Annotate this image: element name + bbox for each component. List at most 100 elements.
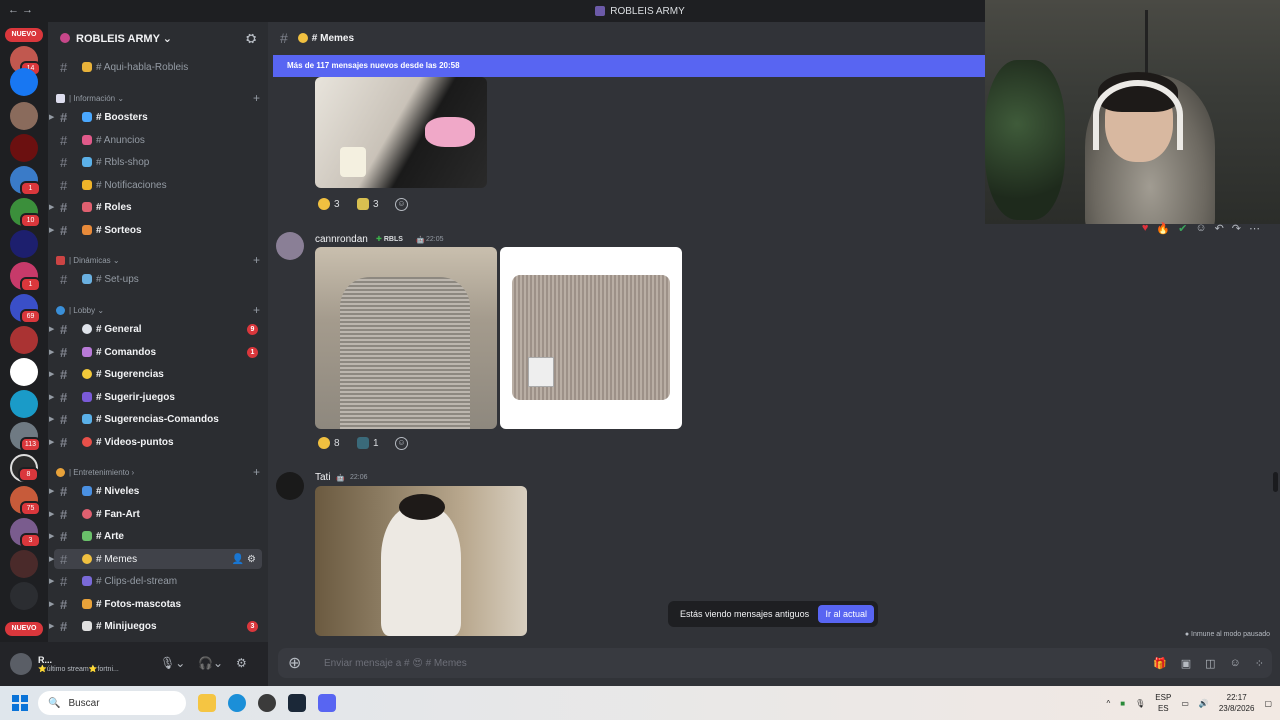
- message-input[interactable]: Enviar mensaje a # 😍 # Memes: [324, 658, 467, 669]
- server-icon[interactable]: 3: [10, 518, 41, 548]
- server-icon[interactable]: [10, 230, 38, 258]
- gif-icon[interactable]: ▣: [1181, 657, 1191, 670]
- channel-memes[interactable]: ▶ # # Memes 👤 ⚙: [49, 549, 262, 569]
- server-header[interactable]: ROBLEIS ARMY ⌄ ⛭: [48, 22, 268, 54]
- channel-shop[interactable]: # # Rbls-shop: [54, 152, 262, 172]
- channel-general[interactable]: ▶ # # General 9: [49, 319, 262, 339]
- add-channel-icon[interactable]: +: [253, 91, 260, 105]
- microphone-icon[interactable]: 🎙: [1135, 699, 1145, 708]
- nav-arrows[interactable]: ← →: [8, 4, 33, 16]
- channel-roles[interactable]: ▶ # # Roles: [49, 197, 262, 217]
- category-informacion[interactable]: | Información ⌄ +: [56, 91, 260, 105]
- reaction-laugh[interactable]: 3: [318, 195, 340, 213]
- server-icon[interactable]: 69: [10, 294, 41, 324]
- category-lobby[interactable]: | Lobby ⌄ +: [56, 303, 260, 317]
- message-image[interactable]: [500, 247, 682, 429]
- server-icon[interactable]: [10, 326, 38, 354]
- channel-clips[interactable]: ▶ # # Clips-del-stream: [49, 571, 262, 591]
- channel-fan-art[interactable]: ▶ # # Fan-Art: [49, 504, 262, 524]
- jump-to-present-button[interactable]: Ir al actual: [818, 605, 874, 623]
- network-icon[interactable]: ▭: [1181, 699, 1189, 708]
- add-reaction-icon[interactable]: ☺: [395, 198, 408, 211]
- attach-plus-icon[interactable]: ⊕: [288, 653, 308, 673]
- server-icon[interactable]: [10, 68, 38, 96]
- shield-icon[interactable]: ■: [1120, 699, 1125, 708]
- server-icon[interactable]: [10, 358, 38, 386]
- server-icon[interactable]: [10, 582, 38, 610]
- channel-minijuegos[interactable]: ▶ # # Minijuegos 3: [49, 616, 262, 636]
- message-composer[interactable]: ⊕ Enviar mensaje a # 😍 # Memes 🎁 ▣ ◫ ☺ ⁘: [278, 648, 1272, 678]
- avatar[interactable]: [10, 653, 32, 675]
- channel-aqui-habla[interactable]: # # Aqui-habla-Robleis: [54, 57, 262, 77]
- notification-icon[interactable]: ▢: [1264, 699, 1272, 708]
- channel-sugerir-juegos[interactable]: ▶ # # Sugerir-juegos: [49, 387, 262, 407]
- edge-icon[interactable]: [228, 694, 246, 712]
- sticker-icon[interactable]: ◫: [1205, 657, 1215, 670]
- message-image[interactable]: [315, 486, 527, 636]
- category-dinamicas[interactable]: | Dinámicas ⌄ +: [56, 253, 260, 267]
- message-author[interactable]: Tati: [315, 472, 331, 483]
- windows-start-icon[interactable]: [12, 695, 28, 711]
- gift-icon[interactable]: 🎁: [1153, 657, 1167, 670]
- reaction-custom[interactable]: 3: [357, 195, 379, 213]
- discord-icon[interactable]: [318, 694, 336, 712]
- channel-arte[interactable]: ▶ # # Arte: [49, 526, 262, 546]
- headphones-icon[interactable]: 🎧⌄: [198, 656, 223, 670]
- server-icon[interactable]: 75: [10, 486, 41, 516]
- reaction-custom[interactable]: 1: [357, 434, 379, 452]
- server-icon[interactable]: [10, 102, 38, 130]
- reaction-laugh[interactable]: 8: [318, 434, 340, 452]
- add-channel-icon[interactable]: +: [253, 465, 260, 479]
- reply-icon[interactable]: ↶: [1215, 222, 1224, 235]
- settings-gear-icon[interactable]: ⚙: [236, 656, 247, 670]
- language-indicator[interactable]: ESP ES: [1155, 692, 1171, 714]
- server-icon[interactable]: 113: [10, 422, 41, 452]
- microphone-icon[interactable]: 🎙⌄: [160, 656, 185, 670]
- channel-videos-puntos[interactable]: ▶ # # Videos-puntos: [49, 432, 262, 452]
- message-image[interactable]: [315, 77, 487, 188]
- user-info[interactable]: R... ⭐último stream⭐fortni...: [32, 655, 119, 673]
- add-channel-icon[interactable]: +: [253, 303, 260, 317]
- channel-sugerencias-comandos[interactable]: ▶ # # Sugerencias-Comandos: [49, 409, 262, 429]
- taskbar-search[interactable]: 🔍 Buscar: [38, 691, 186, 715]
- obs-icon[interactable]: [258, 694, 276, 712]
- clock[interactable]: 22:17 23/8/2026: [1219, 692, 1255, 714]
- server-icon[interactable]: 1: [10, 262, 41, 292]
- more-icon[interactable]: ⋯: [1249, 222, 1260, 235]
- channel-anuncios[interactable]: # # Anuncios: [54, 130, 262, 150]
- server-icon[interactable]: 8: [10, 454, 39, 482]
- channel-setups[interactable]: # # Set-ups: [54, 269, 262, 289]
- message-author[interactable]: cannrondan: [315, 234, 368, 245]
- volume-icon[interactable]: 🔊: [1199, 699, 1209, 708]
- check-icon[interactable]: ✔: [1178, 222, 1187, 235]
- avatar[interactable]: [276, 232, 304, 260]
- scrollbar-thumb[interactable]: [1273, 472, 1278, 492]
- avatar[interactable]: [276, 472, 304, 500]
- apps-icon[interactable]: ⁘: [1255, 657, 1264, 670]
- channel-settings-icon[interactable]: 👤 ⚙: [232, 554, 256, 565]
- category-entretenimiento[interactable]: | Entretenimiento › +: [56, 465, 260, 479]
- server-icon[interactable]: 10: [10, 198, 41, 228]
- channel-sugerencias[interactable]: ▶ # # Sugerencias: [49, 364, 262, 384]
- add-channel-icon[interactable]: +: [253, 253, 260, 267]
- server-icon[interactable]: [10, 134, 38, 162]
- add-reaction-icon[interactable]: ☺: [395, 437, 408, 450]
- server-icon[interactable]: [10, 550, 38, 578]
- channel-comandos[interactable]: ▶ # # Comandos 1: [49, 342, 262, 362]
- channel-notificaciones[interactable]: # # Notificaciones: [54, 175, 262, 195]
- steam-icon[interactable]: [288, 694, 306, 712]
- emoji-icon[interactable]: ☺: [1230, 657, 1241, 670]
- new-messages-banner[interactable]: Más de 117 mensajes nuevos desde las 20:…: [273, 55, 985, 77]
- channel-niveles[interactable]: ▶ # # Niveles: [49, 481, 262, 501]
- add-user-icon[interactable]: ⛭: [246, 31, 256, 46]
- server-icon[interactable]: [10, 390, 38, 418]
- add-reaction-icon[interactable]: ☺: [1195, 222, 1206, 235]
- channel-boosters[interactable]: ▶ # # Boosters: [49, 107, 262, 127]
- channel-sorteos[interactable]: ▶ # # Sorteos: [49, 220, 262, 240]
- server-icon[interactable]: 1: [10, 166, 41, 196]
- message-image[interactable]: [315, 247, 497, 429]
- forward-icon[interactable]: ↷: [1232, 222, 1241, 235]
- fire-icon[interactable]: 🔥: [1156, 222, 1170, 235]
- channel-fotos-mascotas[interactable]: ▶ # # Fotos-mascotas: [49, 594, 262, 614]
- file-explorer-icon[interactable]: [198, 694, 216, 712]
